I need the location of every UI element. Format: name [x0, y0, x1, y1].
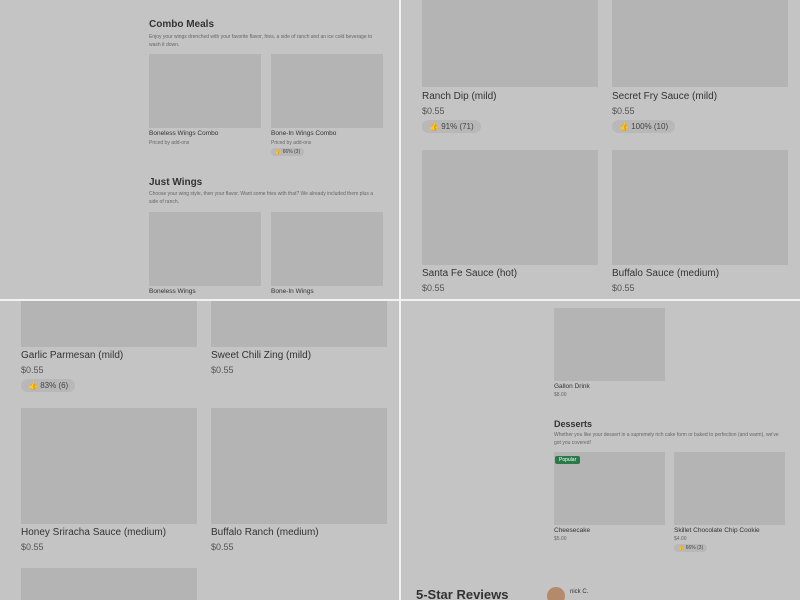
item-image-santa-fe[interactable]: [422, 150, 598, 265]
reviewer-name: nick C.: [570, 589, 589, 595]
rating-badge: 👍 66% (3): [271, 148, 305, 156]
rating-badge: 👍 83% (6): [21, 379, 76, 392]
item-price: $0.55: [612, 106, 635, 116]
screenshot-grid: Combo Meals Enjoy your wings drenched wi…: [0, 0, 800, 600]
item-price: $0.55: [211, 542, 234, 552]
rating-badge: 👍 66% (3): [674, 544, 708, 552]
item-name[interactable]: Gallon Drink: [554, 383, 590, 390]
item-price: $0.55: [422, 106, 445, 116]
horizontal-divider: [0, 299, 800, 301]
item-image-secret-fry[interactable]: [612, 0, 788, 87]
item-image-skillet-cookie[interactable]: [674, 452, 785, 525]
thumbs-up-icon: 👍: [678, 545, 685, 551]
item-image-next[interactable]: [21, 568, 197, 600]
item-image-boneless-combo[interactable]: [149, 54, 261, 128]
thumbs-up-icon: 👍: [28, 381, 38, 390]
rating-badge: 👍 91% (71): [422, 120, 481, 133]
item-name[interactable]: Buffalo Ranch (medium): [211, 527, 319, 538]
item-name[interactable]: Ranch Dip (mild): [422, 91, 496, 102]
quadrant-bottom-left: Garlic Parmesan (mild) $0.55 👍 83% (6) S…: [0, 301, 399, 600]
thumbs-up-icon: 👍: [429, 122, 439, 131]
popular-badge: Popular: [555, 456, 581, 464]
quadrant-bottom-right: Gallon Drink $8.00 Desserts Whether you …: [401, 301, 800, 600]
item-name[interactable]: Cheesecake: [554, 527, 590, 534]
item-image-boneless[interactable]: [149, 212, 261, 286]
item-name[interactable]: Boneless Wings Combo: [149, 130, 218, 137]
item-name[interactable]: Garlic Parmesan (mild): [21, 350, 123, 361]
item-name[interactable]: Secret Fry Sauce (mild): [612, 91, 717, 102]
section-desc-desserts: Whether you like your dessert in a supre…: [554, 432, 779, 446]
section-title-combo: Combo Meals: [149, 19, 215, 30]
section-desc-combo: Enjoy your wings drenched with your favo…: [149, 34, 373, 48]
item-image-buffalo[interactable]: [612, 150, 788, 265]
item-name[interactable]: Santa Fe Sauce (hot): [422, 268, 517, 279]
thumbs-up-icon: 👍: [619, 122, 629, 131]
rating-badge: 👍 100% (10): [612, 120, 676, 133]
item-name[interactable]: Bone-In Wings: [271, 288, 314, 295]
item-image-buffalo-ranch[interactable]: [211, 408, 387, 524]
section-title-desserts: Desserts: [554, 419, 593, 429]
item-name[interactable]: Buffalo Sauce (medium): [612, 268, 719, 279]
item-price: $8.00: [554, 392, 567, 398]
item-name[interactable]: Skillet Chocolate Chip Cookie: [674, 527, 760, 534]
item-name[interactable]: Honey Sriracha Sauce (medium): [21, 527, 166, 538]
avatar: [547, 587, 565, 600]
item-name[interactable]: Sweet Chili Zing (mild): [211, 350, 311, 361]
item-price: $5.00: [554, 536, 567, 542]
item-image-bonein[interactable]: [271, 212, 383, 286]
item-price: $4.00: [674, 536, 687, 542]
section-title-just-wings: Just Wings: [149, 177, 203, 188]
item-price: $0.55: [21, 542, 44, 552]
section-desc-just-wings: Choose your wing style, then your flavor…: [149, 191, 373, 205]
item-price: $0.55: [211, 365, 234, 375]
item-image-honey-sriracha[interactable]: [21, 408, 197, 524]
item-name[interactable]: Boneless Wings: [149, 288, 196, 295]
item-image-ranch-dip[interactable]: [422, 0, 598, 87]
item-price: $0.55: [21, 365, 44, 375]
item-image-garlic-parmesan[interactable]: [21, 301, 197, 347]
item-price: $0.55: [422, 283, 445, 293]
thumbs-up-icon: 👍: [275, 149, 282, 155]
item-sub: Priced by add-ons: [149, 140, 190, 146]
quadrant-top-right: Ranch Dip (mild) $0.55 👍 91% (71) Secret…: [401, 0, 800, 299]
item-sub: Priced by add-ons: [271, 140, 312, 146]
reviews-title: 5-Star Reviews: [416, 587, 509, 600]
quadrant-top-left: Combo Meals Enjoy your wings drenched wi…: [0, 0, 399, 299]
item-image-bonein-combo[interactable]: [271, 54, 383, 128]
item-image-gallon-drink[interactable]: [554, 308, 665, 381]
item-image-sweet-chili[interactable]: [211, 301, 387, 347]
item-name[interactable]: Bone-In Wings Combo: [271, 130, 336, 137]
item-price: $0.55: [612, 283, 635, 293]
